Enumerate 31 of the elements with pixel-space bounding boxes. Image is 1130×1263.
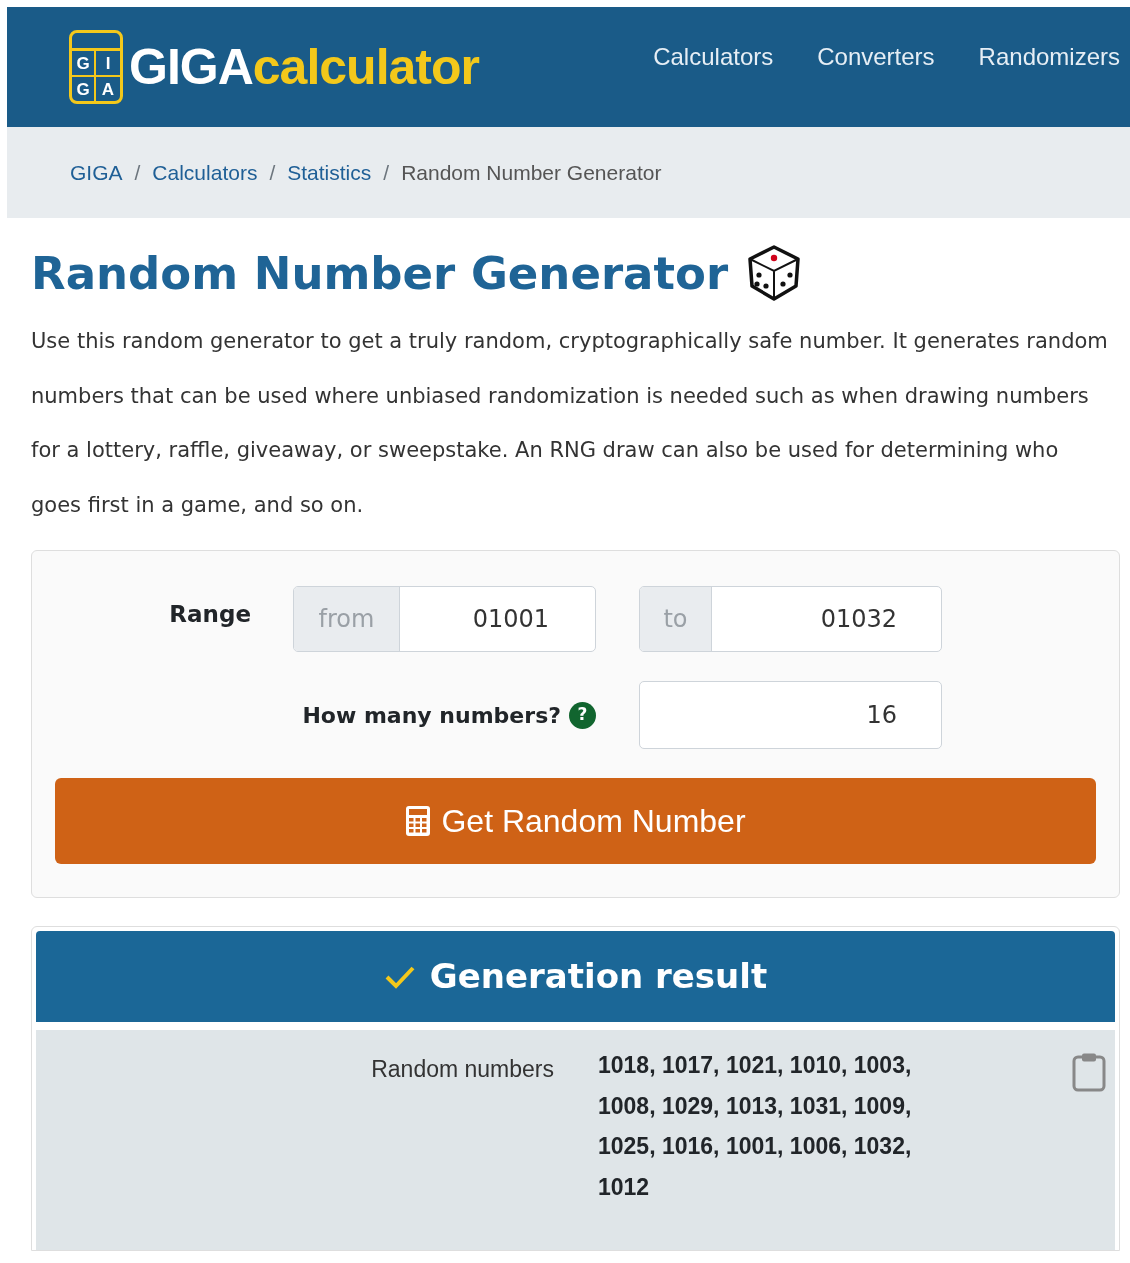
- breadcrumb-link[interactable]: Calculators: [152, 156, 258, 189]
- nav-link[interactable]: Randomizers: [978, 39, 1120, 75]
- from-field[interactable]: from 01001: [293, 586, 596, 652]
- breadcrumb-separator: /: [269, 159, 276, 186]
- result-label: Random numbers: [370, 1055, 554, 1084]
- logo-letter: G: [72, 51, 96, 77]
- dice-icon: [746, 244, 803, 302]
- intro-paragraph: Use this random generator to get a truly random, cryptographically safe number. It generates random numbers that can be used where unbiased randomization is needed such as when drawing numbers for a lottery, raffle, giveaway, or sweepstake. An RNG draw can also be used for determining who goes first in a game, and so on.: [31, 328, 1109, 519]
- logo-letter: G: [72, 77, 96, 101]
- nav-link[interactable]: Calculators: [653, 39, 774, 75]
- to-field[interactable]: to 01032: [639, 586, 942, 652]
- page-title: Random Number Generator: [31, 250, 729, 296]
- breadcrumb-current: Random Number Generator: [401, 159, 662, 186]
- logo-letter: I: [96, 51, 120, 77]
- get-random-number-button[interactable]: Get Random Number: [55, 778, 1096, 864]
- help-icon[interactable]: ?: [569, 701, 596, 729]
- checkmark-icon: [383, 964, 416, 989]
- range-label: Range: [168, 599, 252, 629]
- breadcrumb-link[interactable]: Statistics: [287, 156, 372, 189]
- calculator-icon: [405, 805, 432, 837]
- result-numbers: 1018, 1017, 1021, 1010, 1003, 1008, 1029, 1013, 1031, 1009, 1025, 1016, 1001, 1006, 1032, 1012: [598, 1051, 913, 1202]
- count-label: How many numbers?: [302, 701, 561, 730]
- breadcrumb-separator: /: [383, 159, 390, 186]
- nav-link[interactable]: Converters: [817, 39, 935, 75]
- count-field[interactable]: 16: [639, 681, 942, 749]
- logo-letter: A: [100, 78, 116, 101]
- logo-text[interactable]: GIGAcalculator: [129, 29, 479, 105]
- breadcrumb-separator: /: [134, 159, 141, 186]
- clipboard-icon[interactable]: [1072, 1052, 1106, 1092]
- result-title: Generation result: [429, 955, 768, 998]
- breadcrumb-link[interactable]: GIGA: [70, 156, 123, 189]
